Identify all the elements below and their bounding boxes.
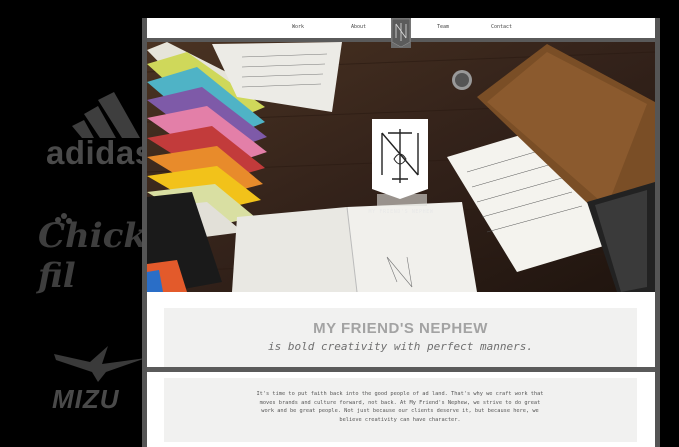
hero-caption: MY FRIEND'S NEPHEW xyxy=(368,209,434,215)
mizuno-logo: MIZU xyxy=(50,344,150,414)
nav-contact-link[interactable]: Contact xyxy=(491,24,512,30)
about-panel: It's time to put faith back into the goo… xyxy=(164,378,637,442)
slider-dots xyxy=(391,284,409,292)
mizuno-runbird-icon xyxy=(54,346,146,382)
nav-work-link[interactable]: Work xyxy=(292,24,304,30)
website-page: Work About Team Contact MY FRIEND'S NEPH… xyxy=(147,18,655,447)
hero-monogram-badge xyxy=(372,119,428,199)
nav-team-link[interactable]: Team xyxy=(437,24,449,30)
adidas-stripes-icon xyxy=(72,92,140,138)
background-logos: adidas Chick-fil MIZU xyxy=(0,0,150,447)
mizuno-wordmark: MIZU xyxy=(52,384,120,414)
brand-tagline: is bold creativity with perfect manners. xyxy=(268,340,533,353)
brand-title: MY FRIEND'S NEPHEW xyxy=(313,320,488,337)
monogram-icon[interactable] xyxy=(391,18,411,48)
intro-panel: MY FRIEND'S NEPHEW is bold creativity wi… xyxy=(164,308,637,368)
hero-slider[interactable]: MY FRIEND'S NEPHEW xyxy=(147,42,655,292)
website-frame: Work About Team Contact MY FRIEND'S NEPH… xyxy=(142,18,660,447)
intro-section: MY FRIEND'S NEPHEW is bold creativity wi… xyxy=(147,292,655,368)
nav-about-link[interactable]: About xyxy=(351,24,366,30)
about-section: It's time to put faith back into the goo… xyxy=(147,372,655,447)
adidas-wordmark: adidas xyxy=(46,134,150,171)
chick-fil-a-logo: Chick-fil xyxy=(38,213,150,296)
chick-flame-icon xyxy=(55,213,72,224)
about-text: It's time to put faith back into the goo… xyxy=(256,391,544,423)
